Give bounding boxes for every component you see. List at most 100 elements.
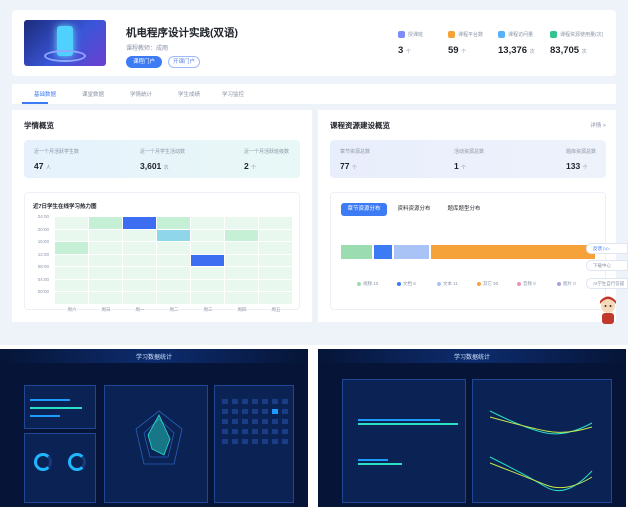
tab-monitoring[interactable]: 学习监控 xyxy=(222,90,244,98)
tab-basic-data[interactable]: 基础数据 xyxy=(34,90,56,98)
resource-legend-item: 文档 6 xyxy=(397,281,416,287)
heatmap-y-label: 12:00 xyxy=(37,251,49,257)
legend-label: 其它 50 xyxy=(483,281,499,286)
legend-dot-icon xyxy=(517,282,521,286)
calendar-cell xyxy=(252,419,258,424)
ai-qa-button[interactable]: AI学生自行答疑 xyxy=(586,278,628,289)
heatmap-cell xyxy=(89,217,122,229)
heatmap-cell xyxy=(191,267,224,279)
calendar-cell xyxy=(222,399,228,404)
dark-panel-gauges xyxy=(24,433,96,503)
heatmap-card: 近7日学生在线学习热力图 24:00 20:00 16:00 12:00 08:00 04… xyxy=(24,192,300,312)
legend-dot-icon xyxy=(397,282,401,286)
heatmap-cell xyxy=(191,229,224,241)
calendar-cell xyxy=(242,439,248,444)
tab-learning-stats[interactable]: 学情统计 xyxy=(130,90,152,98)
ring-illustration xyxy=(44,50,86,62)
heatmap-cell xyxy=(225,217,258,229)
heatmap-x-label: 周五 xyxy=(271,306,281,312)
student-activities: 近一个月学生活动数 3,601 次 xyxy=(140,149,186,171)
download-center-button[interactable]: 下载中心 xyxy=(586,260,628,271)
heatmap-y-label: 16:00 xyxy=(37,239,49,244)
heatmap-cell xyxy=(157,242,190,254)
gauge-ring xyxy=(68,453,86,471)
calendar-cell xyxy=(262,409,268,414)
tab-class-data[interactable]: 课堂数据 xyxy=(82,90,104,98)
calendar-cell xyxy=(232,399,238,404)
heatmap-cell xyxy=(191,254,224,266)
heatmap-cell xyxy=(55,267,88,279)
heatmap-x-label: 周日 xyxy=(101,306,111,312)
calendar-cell xyxy=(242,399,248,404)
stat-visits: 课程访问量 13,376 次 xyxy=(498,30,535,56)
heatmap-x-label: 周二 xyxy=(169,306,179,312)
heatmap-cell xyxy=(225,254,258,266)
calendar-cell xyxy=(222,439,228,444)
radar-chart xyxy=(135,410,183,465)
calendar-cell xyxy=(272,439,278,444)
heatmap-cell xyxy=(55,242,88,254)
calendar-cell xyxy=(262,399,268,404)
chapter-resources: 章节资源总数 77 个 xyxy=(340,149,371,171)
heatmap-cell xyxy=(259,279,292,291)
gauge-ring xyxy=(34,453,52,471)
legend-dot-icon xyxy=(437,282,441,286)
course-dashboard: 机电程序设计实践(双语) 课程教师：成雨 课程门户 开课门户 授课班 3 个 课… xyxy=(0,0,628,345)
heatmap-y-label: 20:00 xyxy=(37,226,49,232)
heatmap-x-label: 周四 xyxy=(237,306,247,312)
calendar-cell xyxy=(232,439,238,444)
details-link[interactable]: 详情 > xyxy=(590,121,606,129)
class-portal-button[interactable]: 开课门户 xyxy=(168,56,200,68)
heatmap-cell xyxy=(89,292,122,304)
question-bank-resources: 题库资源总数 133 个 xyxy=(566,149,597,171)
course-title: 机电程序设计实践(双语) xyxy=(126,27,238,39)
resource-bar-segment xyxy=(430,245,595,259)
legend-label: 音频 0 xyxy=(523,281,536,286)
heatmap-cell xyxy=(55,254,88,266)
calendar-cell xyxy=(232,419,238,424)
calendar-cell xyxy=(252,399,258,404)
dark-line-charts xyxy=(489,410,593,491)
calendar-cell xyxy=(232,429,238,434)
stat-classes: 授课班 3 个 xyxy=(398,30,424,56)
learning-overview-title: 学情概览 xyxy=(24,121,54,130)
legend-dot-icon xyxy=(477,282,481,286)
dark-progress-line xyxy=(30,407,82,409)
pill-question-type-distribution[interactable]: 题库题型分布 xyxy=(441,203,487,216)
resource-bar-segment xyxy=(394,245,429,259)
calendar-cell xyxy=(222,409,228,414)
active-tab-indicator xyxy=(22,102,48,104)
class-icon xyxy=(398,30,405,38)
heatmap-x-label: 周三 xyxy=(203,306,213,312)
heatmap-cell xyxy=(191,217,224,229)
pill-chapter-distribution[interactable]: 章节资源分布 xyxy=(341,203,387,216)
heatmap-cell xyxy=(123,217,156,229)
pill-material-distribution[interactable]: 资料资源分布 xyxy=(391,203,437,216)
legend-label: 视频 10 xyxy=(363,281,379,286)
stat-platforms: 课程平台数 59 个 xyxy=(448,30,484,56)
feedback-button[interactable]: 反馈 ▷▷ xyxy=(586,243,628,254)
mascot-icon[interactable] xyxy=(596,296,620,328)
heatmap-cell xyxy=(55,292,88,304)
heatmap-cell xyxy=(225,292,258,304)
calendar-cell xyxy=(252,429,258,434)
heatmap-x-label: 周一 xyxy=(135,306,145,312)
course-portal-button[interactable]: 课程门户 xyxy=(126,56,162,68)
resource-summary-bar: 章节资源总数 77 个 活动资源总数 1 个 题库资源总数 133 个 xyxy=(330,140,606,178)
heatmap-cell xyxy=(225,267,258,279)
calendar-cell xyxy=(252,409,258,414)
calendar-cell xyxy=(232,409,238,414)
tab-grades[interactable]: 学生成绩 xyxy=(178,90,200,98)
resource-bar-segment xyxy=(374,245,393,259)
legend-label: 图片 0 xyxy=(563,281,576,286)
heatmap-cell xyxy=(191,279,224,291)
learning-summary-bar: 近一个月活跃学生数 47 人 近一个月学生活动数 3,601 次 近一个月活跃班… xyxy=(24,140,300,178)
calendar-cell xyxy=(242,419,248,424)
heatmap-cell xyxy=(259,217,292,229)
heatmap-title: 近7日学生在线学习热力图 xyxy=(33,204,97,210)
resource-legend-item: 音频 0 xyxy=(517,281,536,287)
dark-bar xyxy=(358,463,402,465)
heatmap-cell xyxy=(157,254,190,266)
resource-legend-item: 文本 11 xyxy=(437,281,458,287)
usage-icon xyxy=(550,30,557,38)
